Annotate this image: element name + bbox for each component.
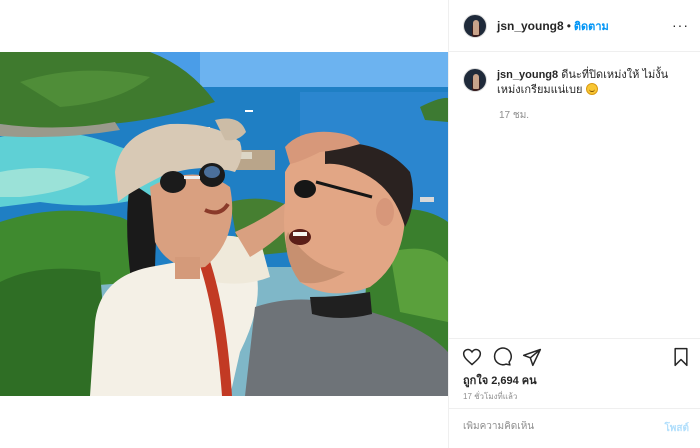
username-link[interactable]: jsn_young8 bbox=[497, 19, 564, 33]
caption-age: 17 ชม. bbox=[499, 110, 530, 121]
likes-count[interactable]: ถูกใจ 2,694 คน bbox=[463, 371, 537, 389]
caption-username[interactable]: jsn_young8 bbox=[497, 69, 558, 81]
caption-text: jsn_young8 ดีนะที่ปิดเหม่งให้ ไม่งั้นเหม… bbox=[497, 68, 687, 98]
follow-button[interactable]: ติดตาม bbox=[574, 17, 609, 35]
post-image bbox=[0, 52, 448, 396]
post-header: jsn_young8 • ติดตาม ··· bbox=[449, 0, 700, 52]
share-icon[interactable] bbox=[522, 347, 542, 367]
caption: jsn_young8 ดีนะที่ปิดเหม่งให้ ไม่งั้นเหม… bbox=[463, 68, 693, 98]
post-photo[interactable] bbox=[0, 52, 448, 396]
comment-bar: โพสต์ bbox=[449, 408, 700, 448]
more-options-icon[interactable]: ··· bbox=[672, 17, 689, 33]
avatar[interactable] bbox=[463, 13, 487, 38]
post-timestamp: 17 ชั่วโมงที่แล้ว bbox=[463, 392, 518, 401]
post-comment-button[interactable]: โพสต์ bbox=[664, 421, 689, 436]
action-bar bbox=[449, 338, 700, 374]
separator-dot: • bbox=[566, 18, 571, 33]
caption-avatar[interactable] bbox=[463, 68, 487, 92]
comment-input[interactable] bbox=[463, 421, 643, 432]
post-side-panel: jsn_young8 • ติดตาม ··· jsn_young8 ดีนะท… bbox=[448, 0, 700, 448]
bookmark-icon[interactable] bbox=[671, 347, 691, 367]
grimace-emoji-icon bbox=[585, 83, 598, 95]
comment-icon[interactable] bbox=[492, 347, 512, 367]
heart-icon[interactable] bbox=[462, 347, 482, 367]
